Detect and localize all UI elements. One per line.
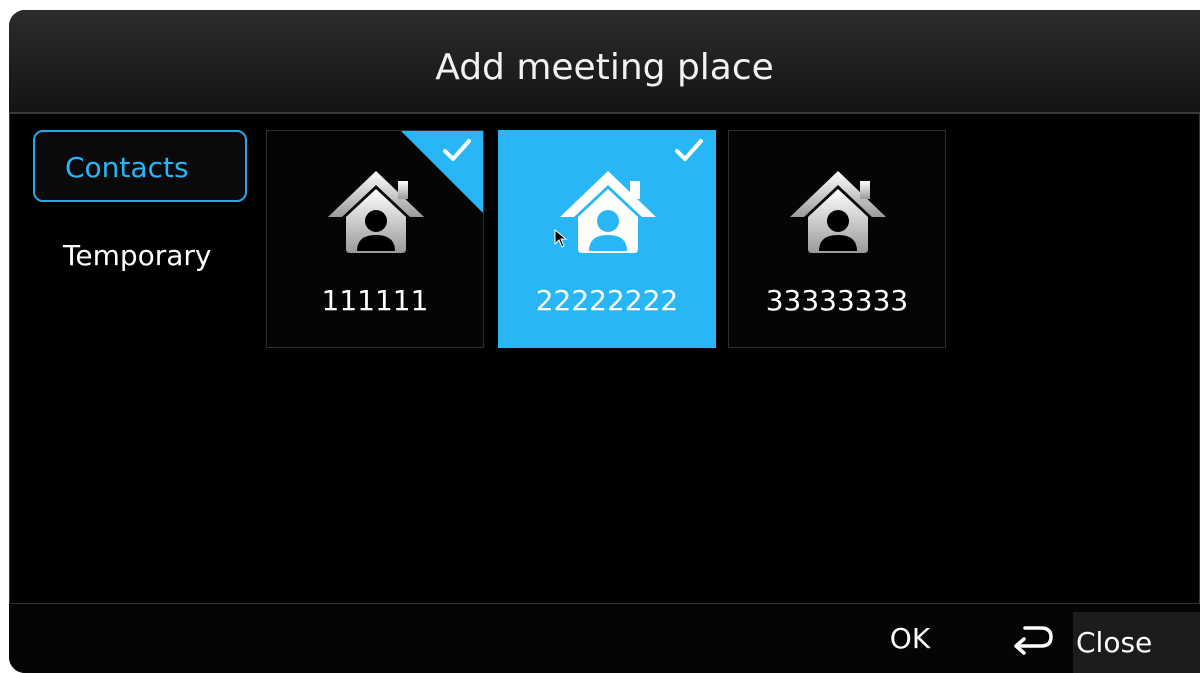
add-meeting-place-dialog: Add meeting place Contacts Temporary 111… bbox=[9, 10, 1200, 673]
checkmark-icon bbox=[443, 139, 471, 161]
ok-button[interactable]: OK bbox=[855, 604, 965, 673]
dialog-footer: OK Close bbox=[9, 603, 1200, 673]
house-contact-icon bbox=[560, 171, 656, 253]
checkmark-icon bbox=[675, 139, 703, 161]
tab-contacts-label: Contacts bbox=[65, 151, 189, 184]
place-tile-3[interactable]: 33333333 bbox=[728, 130, 946, 348]
house-contact-icon bbox=[790, 171, 886, 253]
dialog-title: Add meeting place bbox=[435, 47, 774, 88]
title-bar: Add meeting place bbox=[9, 10, 1200, 114]
place-tile-1[interactable]: 111111 bbox=[266, 130, 484, 348]
return-arrow-icon[interactable] bbox=[1011, 618, 1055, 658]
close-button[interactable]: Close bbox=[1073, 612, 1200, 673]
tab-temporary-label: Temporary bbox=[63, 239, 212, 272]
place-label: 22222222 bbox=[535, 284, 679, 317]
mouse-cursor-icon bbox=[554, 229, 568, 248]
place-label: 33333333 bbox=[765, 284, 909, 317]
place-tile-2[interactable]: 22222222 bbox=[498, 130, 716, 348]
tab-contacts[interactable]: Contacts bbox=[33, 130, 247, 202]
tab-temporary[interactable]: Temporary bbox=[33, 220, 247, 292]
house-contact-icon bbox=[328, 171, 424, 253]
place-label: 111111 bbox=[321, 284, 429, 317]
